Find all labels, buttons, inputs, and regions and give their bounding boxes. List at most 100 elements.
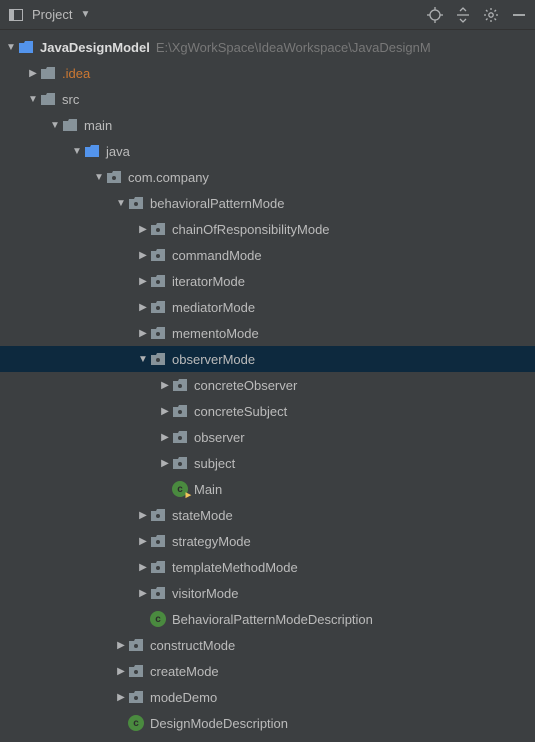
expand-arrow[interactable] xyxy=(136,354,150,365)
tree-node-iterator[interactable]: iteratorMode xyxy=(0,268,535,294)
node-label: chainOfResponsibilityMode xyxy=(172,222,330,237)
package-icon xyxy=(150,247,166,263)
package-icon xyxy=(150,273,166,289)
module-icon xyxy=(18,39,34,55)
node-label: templateMethodMode xyxy=(172,560,298,575)
expand-arrow[interactable] xyxy=(158,432,172,443)
node-label: Main xyxy=(194,482,222,497)
root-path: E:\XgWorkSpace\IdeaWorkspace\JavaDesignM xyxy=(156,40,431,55)
package-icon xyxy=(150,507,166,523)
node-label: concreteSubject xyxy=(194,404,287,419)
node-label: visitorMode xyxy=(172,586,238,601)
tree-node-behavioral-desc[interactable]: c BehavioralPatternModeDescription xyxy=(0,606,535,632)
node-label: commandMode xyxy=(172,248,262,263)
locate-icon[interactable] xyxy=(427,7,443,23)
class-icon: c xyxy=(128,715,144,731)
folder-icon xyxy=(40,91,56,107)
package-icon xyxy=(172,403,188,419)
package-icon xyxy=(150,299,166,315)
package-icon xyxy=(128,689,144,705)
package-icon xyxy=(150,585,166,601)
tree-node-create[interactable]: createMode xyxy=(0,658,535,684)
class-icon: c xyxy=(150,611,166,627)
node-label: iteratorMode xyxy=(172,274,245,289)
project-title[interactable]: Project xyxy=(32,7,72,22)
tree-node-behavioral[interactable]: behavioralPatternMode xyxy=(0,190,535,216)
tree-node-design-desc[interactable]: c DesignModeDescription xyxy=(0,710,535,736)
expand-arrow[interactable] xyxy=(158,380,172,391)
package-icon xyxy=(172,429,188,445)
node-label: java xyxy=(106,144,130,159)
package-icon xyxy=(150,351,166,367)
expand-arrow[interactable] xyxy=(136,302,150,313)
package-icon xyxy=(172,377,188,393)
node-label: constructMode xyxy=(150,638,235,653)
expand-arrow[interactable] xyxy=(70,146,84,157)
expand-arrow[interactable] xyxy=(136,276,150,287)
package-icon xyxy=(172,455,188,471)
expand-arrow[interactable] xyxy=(136,536,150,547)
node-label: modeDemo xyxy=(150,690,217,705)
expand-arrow[interactable] xyxy=(114,666,128,677)
tree-node-idea[interactable]: .idea xyxy=(0,60,535,86)
tree-node-java[interactable]: java xyxy=(0,138,535,164)
expand-arrow[interactable] xyxy=(114,198,128,209)
tree-node-main[interactable]: main xyxy=(0,112,535,138)
expand-arrow[interactable] xyxy=(158,406,172,417)
package-icon xyxy=(128,195,144,211)
package-icon xyxy=(128,637,144,653)
tree-node-observer[interactable]: observerMode xyxy=(0,346,535,372)
node-label: DesignModeDescription xyxy=(150,716,288,731)
project-view-icon[interactable] xyxy=(8,7,24,23)
folder-icon xyxy=(40,65,56,81)
expand-arrow[interactable] xyxy=(136,588,150,599)
node-label: observer xyxy=(194,430,245,445)
hide-icon[interactable] xyxy=(511,7,527,23)
tree-node-observer-pkg[interactable]: observer xyxy=(0,424,535,450)
package-icon xyxy=(106,169,122,185)
chevron-down-icon[interactable]: ▼ xyxy=(80,9,90,20)
expand-arrow[interactable] xyxy=(136,224,150,235)
node-label: subject xyxy=(194,456,235,471)
tree-node-mode-demo[interactable]: modeDemo xyxy=(0,684,535,710)
tree-node-chain[interactable]: chainOfResponsibilityMode xyxy=(0,216,535,242)
collapse-all-icon[interactable] xyxy=(455,7,471,23)
tree-node-template[interactable]: templateMethodMode xyxy=(0,554,535,580)
expand-arrow[interactable] xyxy=(48,120,62,131)
expand-arrow[interactable] xyxy=(136,510,150,521)
tree-node-memento[interactable]: mementoMode xyxy=(0,320,535,346)
node-label: mediatorMode xyxy=(172,300,255,315)
expand-arrow[interactable] xyxy=(92,172,106,183)
tree-node-concrete-observer[interactable]: concreteObserver xyxy=(0,372,535,398)
tree-node-strategy[interactable]: strategyMode xyxy=(0,528,535,554)
tree-node-subject[interactable]: subject xyxy=(0,450,535,476)
expand-arrow[interactable] xyxy=(4,42,18,53)
expand-arrow[interactable] xyxy=(26,94,40,105)
gear-icon[interactable] xyxy=(483,7,499,23)
node-label: stateMode xyxy=(172,508,233,523)
expand-arrow[interactable] xyxy=(136,562,150,573)
tree-node-command[interactable]: commandMode xyxy=(0,242,535,268)
node-label: strategyMode xyxy=(172,534,251,549)
node-label: com.company xyxy=(128,170,209,185)
tree-node-state[interactable]: stateMode xyxy=(0,502,535,528)
expand-arrow[interactable] xyxy=(114,640,128,651)
expand-arrow[interactable] xyxy=(136,328,150,339)
package-icon xyxy=(150,533,166,549)
package-icon xyxy=(150,221,166,237)
expand-arrow[interactable] xyxy=(136,250,150,261)
source-folder-icon xyxy=(84,143,100,159)
tree-node-main-class[interactable]: c Main xyxy=(0,476,535,502)
tree-node-company[interactable]: com.company xyxy=(0,164,535,190)
expand-arrow[interactable] xyxy=(158,458,172,469)
tree-node-concrete-subject[interactable]: concreteSubject xyxy=(0,398,535,424)
expand-arrow[interactable] xyxy=(114,692,128,703)
expand-arrow[interactable] xyxy=(26,68,40,79)
toolbar-right xyxy=(427,7,527,23)
tree-node-construct[interactable]: constructMode xyxy=(0,632,535,658)
node-label: src xyxy=(62,92,79,107)
tree-node-visitor[interactable]: visitorMode xyxy=(0,580,535,606)
tree-node-src[interactable]: src xyxy=(0,86,535,112)
tree-root[interactable]: JavaDesignModel E:\XgWorkSpace\IdeaWorks… xyxy=(0,34,535,60)
tree-node-mediator[interactable]: mediatorMode xyxy=(0,294,535,320)
